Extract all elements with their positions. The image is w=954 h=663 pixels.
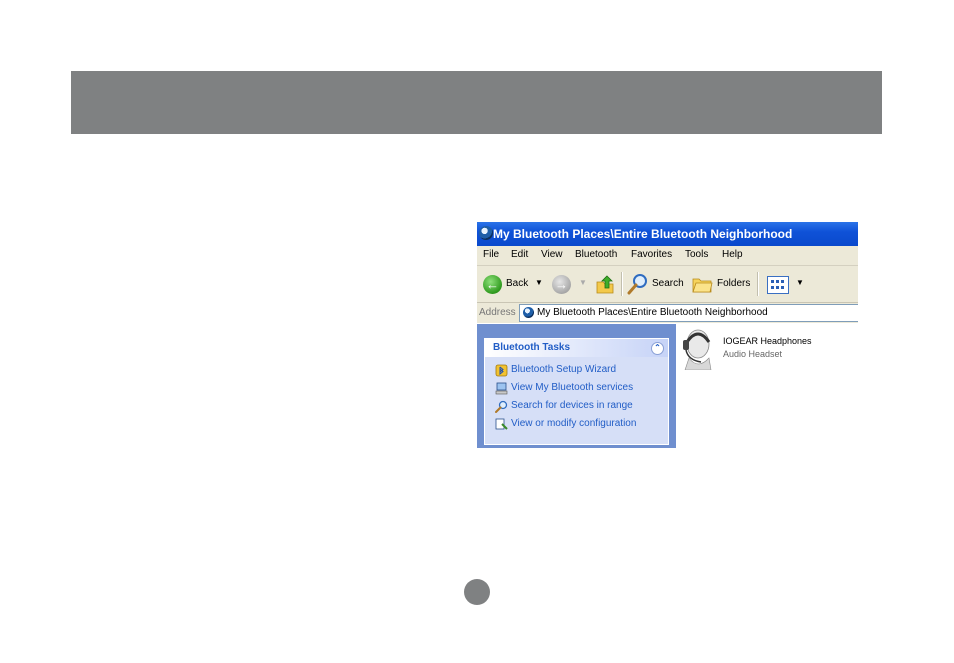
device-item[interactable]: IOGEAR Headphones Audio Headset: [679, 326, 857, 372]
toolbar-separator: [757, 272, 759, 296]
task-label: View or modify configuration: [511, 418, 637, 429]
bluetooth-tasks-title: Bluetooth Tasks: [493, 342, 571, 353]
device-name: IOGEAR Headphones: [723, 336, 812, 346]
explorer-window: My Bluetooth Places\Entire Bluetooth Nei…: [477, 222, 858, 448]
menu-bar: File Edit View Bluetooth Favorites Tools…: [477, 246, 858, 266]
collapse-icon[interactable]: ⌃: [651, 342, 664, 355]
back-button[interactable]: ← Back ▼: [477, 266, 547, 302]
window-title: My Bluetooth Places\Entire Bluetooth Nei…: [493, 227, 793, 241]
bluetooth-places-icon: [479, 226, 493, 240]
menu-file[interactable]: File: [483, 249, 499, 260]
toolbar-separator: [621, 272, 623, 296]
menu-edit[interactable]: Edit: [511, 249, 528, 260]
folders-button[interactable]: Folders: [689, 266, 755, 302]
search-label: Search: [652, 278, 684, 289]
bluetooth-places-icon: [523, 307, 534, 318]
bluetooth-wizard-icon: [495, 364, 508, 377]
page-number-dot: [464, 579, 490, 605]
title-bar[interactable]: My Bluetooth Places\Entire Bluetooth Nei…: [477, 222, 858, 246]
menu-help[interactable]: Help: [722, 249, 743, 260]
views-dropdown-icon[interactable]: ▼: [796, 278, 804, 287]
back-arrow-icon: ←: [483, 275, 502, 294]
address-input[interactable]: My Bluetooth Places\Entire Bluetooth Nei…: [519, 304, 858, 322]
menu-favorites[interactable]: Favorites: [631, 249, 672, 260]
views-icon: [767, 276, 789, 294]
task-label: View My Bluetooth services: [511, 382, 634, 393]
menu-view[interactable]: View: [541, 249, 563, 260]
address-value: My Bluetooth Places\Entire Bluetooth Nei…: [537, 307, 768, 318]
forward-dropdown-icon[interactable]: ▼: [579, 278, 587, 287]
forward-button[interactable]: → ▼: [547, 266, 591, 302]
task-label: Search for devices in range: [511, 400, 633, 411]
folder-up-icon[interactable]: [595, 274, 615, 294]
toolbar: ← Back ▼ → ▼ Search Folders ▼: [477, 266, 858, 303]
header-band: [71, 71, 882, 134]
configuration-icon: [495, 418, 508, 430]
address-label: Address: [479, 307, 516, 318]
forward-arrow-icon: →: [552, 275, 571, 294]
bluetooth-tasks-box: Bluetooth Tasks ⌃ Bluetooth Setup Wizard…: [484, 338, 669, 445]
menu-tools[interactable]: Tools: [685, 249, 708, 260]
search-button[interactable]: Search: [625, 266, 687, 302]
headset-icon: [683, 329, 712, 370]
bluetooth-tasks-header[interactable]: Bluetooth Tasks ⌃: [485, 339, 668, 357]
task-pane: Bluetooth Tasks ⌃ Bluetooth Setup Wizard…: [477, 324, 676, 448]
views-button[interactable]: ▼: [763, 266, 807, 302]
menu-bluetooth[interactable]: Bluetooth: [575, 249, 617, 260]
address-bar: Address My Bluetooth Places\Entire Bluet…: [477, 303, 858, 323]
task-label: Bluetooth Setup Wizard: [511, 364, 617, 375]
folders-label: Folders: [717, 278, 751, 289]
device-type: Audio Headset: [723, 349, 783, 359]
back-label: Back: [506, 278, 529, 289]
search-icon: [627, 274, 647, 295]
folders-icon: [692, 278, 713, 293]
magnifier-icon: [495, 400, 508, 413]
back-dropdown-icon[interactable]: ▼: [535, 278, 543, 287]
computer-icon: [495, 382, 508, 395]
